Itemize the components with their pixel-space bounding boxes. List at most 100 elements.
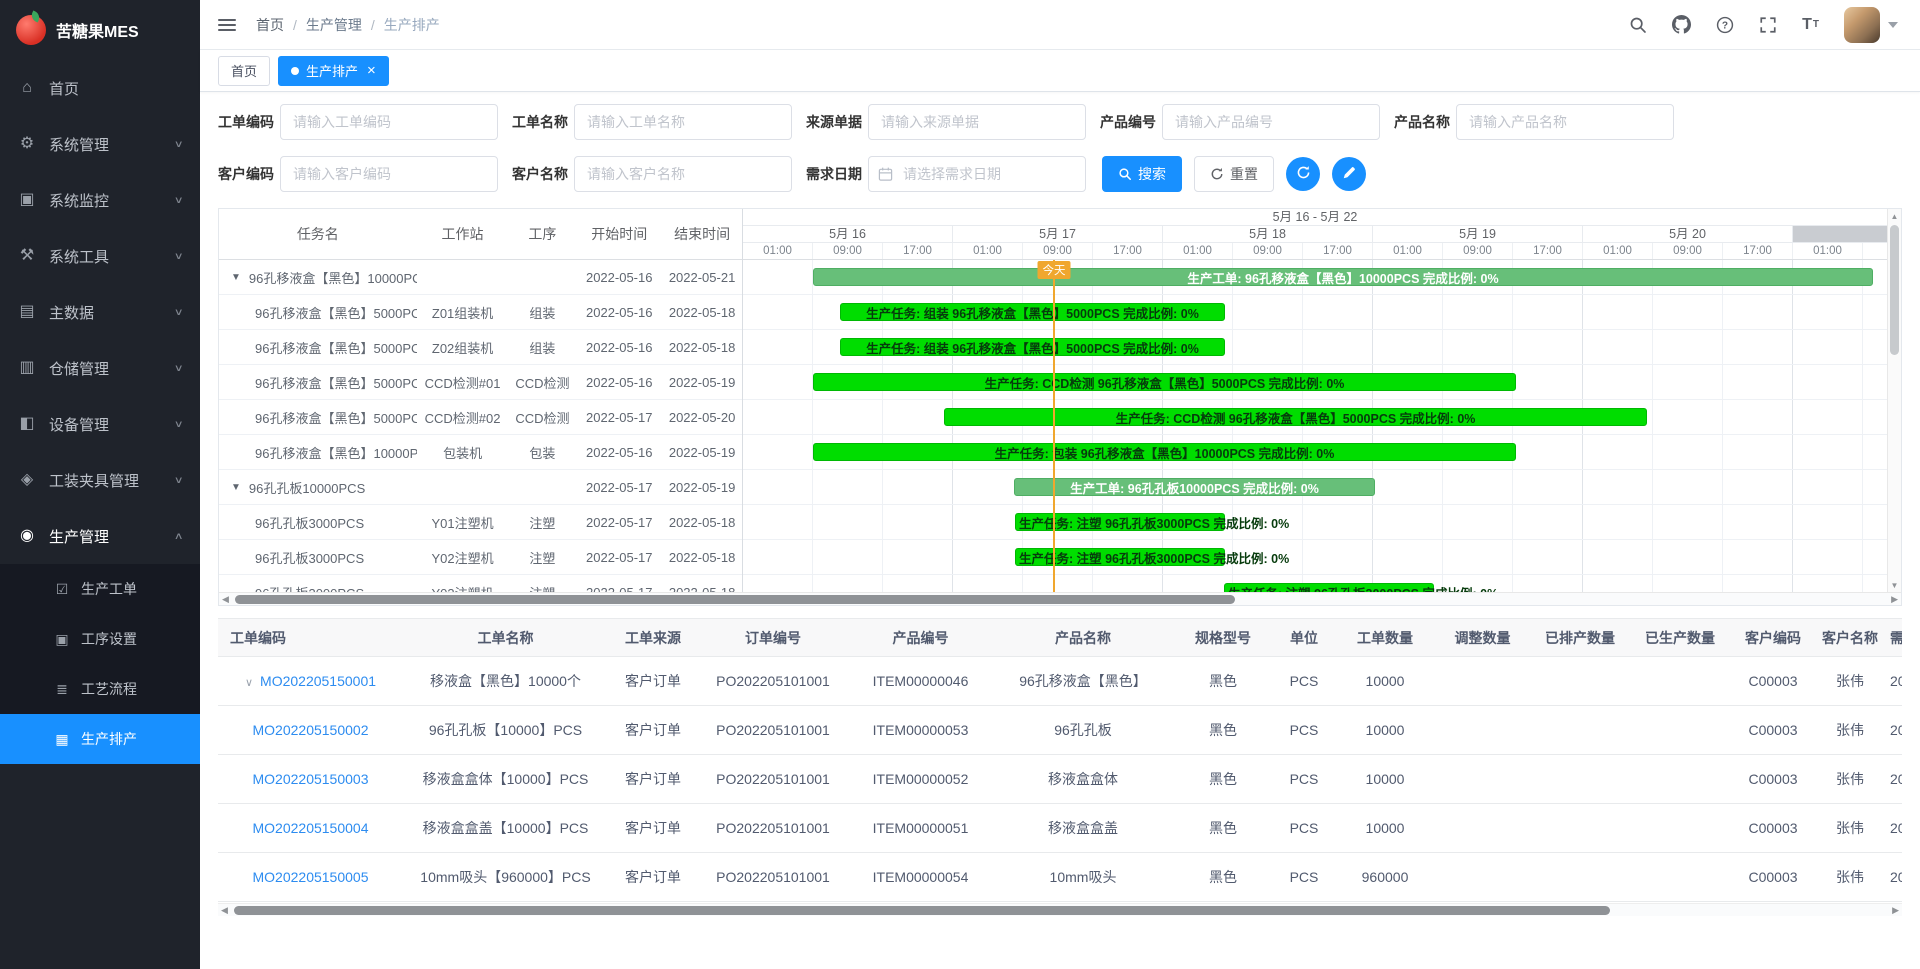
sidebar-item-home[interactable]: ⌂首页 xyxy=(0,60,200,116)
scrollbar-track[interactable] xyxy=(1888,223,1901,578)
gantt-bar[interactable]: 生产工单: 96孔移液盒【黑色】10000PCS 完成比例: 0% xyxy=(813,268,1873,286)
gantt-vertical-scrollbar[interactable]: ▲ ▼ xyxy=(1887,209,1901,592)
gantt-bar[interactable]: 生产任务: 注塑 96孔孔板3000PCS 完成比例: 0% xyxy=(1015,548,1225,566)
gantt-timeline-row: 生产工单: 96孔孔板10000PCS 完成比例: 0% xyxy=(743,470,1887,505)
scrollbar-thumb[interactable] xyxy=(1890,225,1899,355)
scrollbar-thumb[interactable] xyxy=(234,906,1610,915)
orders-col-header: 产品名称 xyxy=(993,619,1173,657)
sidebar-toggle-button[interactable] xyxy=(200,0,254,49)
gantt-task-start: 2022-05-16 xyxy=(576,445,662,460)
fullscreen-icon[interactable] xyxy=(1759,14,1777,36)
gantt-task-row[interactable]: 96孔移液盒【黑色】5000PCSCCD检测#01CCD检测2022-05-16… xyxy=(219,365,742,400)
sidebar-item-system-monitor[interactable]: ▣系统监控∨ xyxy=(0,172,200,228)
table-row[interactable]: MO202205150004移液盒盒盖【10000】PCS客户订单PO20220… xyxy=(218,804,1902,853)
scroll-left-icon[interactable]: ◀ xyxy=(222,594,229,605)
filter-input-order-name[interactable] xyxy=(574,104,792,140)
sidebar-item-equipment-mgmt[interactable]: ◧设备管理∨ xyxy=(0,396,200,452)
scroll-right-icon[interactable]: ▶ xyxy=(1891,594,1898,605)
filter-input-source-doc[interactable] xyxy=(868,104,1086,140)
help-icon[interactable]: ? xyxy=(1716,14,1734,36)
scroll-down-icon[interactable]: ▼ xyxy=(1888,578,1901,592)
scroll-up-icon[interactable]: ▲ xyxy=(1888,209,1901,223)
gantt-bar[interactable]: 生产任务: 组装 96孔移液盒【黑色】5000PCS 完成比例: 0% xyxy=(840,338,1225,356)
breadcrumb-item[interactable]: 生产管理 xyxy=(306,15,362,35)
reset-button[interactable]: 重置 xyxy=(1194,156,1274,192)
chevron-down-icon[interactable]: ∨ xyxy=(245,677,253,689)
order-cell xyxy=(1435,804,1530,853)
search-button[interactable]: 搜索 xyxy=(1102,156,1182,192)
order-cell: 10000 xyxy=(1335,657,1435,706)
gantt-task-row[interactable]: 96孔移液盒【黑色】5000PCSZ01组装机组装2022-05-162022-… xyxy=(219,295,742,330)
task-name-text: 96孔移液盒【黑色】5000PCS xyxy=(255,373,417,392)
gantt-task-row[interactable]: 96孔孔板3000PCSY02注塑机注塑2022-05-172022-05-18 xyxy=(219,540,742,575)
gantt-task-row[interactable]: 96孔移液盒【黑色】10000PCS包装机包装2022-05-162022-05… xyxy=(219,435,742,470)
font-size-icon[interactable]: TT xyxy=(1802,14,1819,36)
tab-production-scheduling[interactable]: 生产排产× xyxy=(278,56,389,86)
order-code-link[interactable]: MO202205150002 xyxy=(253,722,369,738)
filter-input-order-code[interactable] xyxy=(280,104,498,140)
user-menu[interactable] xyxy=(1844,7,1898,43)
gantt-bar[interactable]: 生产任务: 注塑 96孔孔板3000PCS 完成比例: 0% xyxy=(1224,583,1434,592)
order-code-link[interactable]: MO202205150005 xyxy=(253,869,369,885)
order-code-link[interactable]: MO202205150004 xyxy=(253,820,369,836)
sidebar-item-fixture-mgmt[interactable]: ◈工装夹具管理∨ xyxy=(0,452,200,508)
monitor-icon: ▣ xyxy=(18,192,36,208)
refresh-button[interactable] xyxy=(1286,157,1320,191)
app-logo[interactable]: 苦糖果MES xyxy=(0,0,200,60)
scrollbar-thumb[interactable] xyxy=(235,595,1235,604)
gantt-task-name: 96孔移液盒【黑色】10000PCS xyxy=(219,443,417,462)
filter-input-product-name[interactable] xyxy=(1456,104,1674,140)
orders-col-header: 产品编号 xyxy=(848,619,993,657)
orders-horizontal-scrollbar[interactable]: ◀ ▶ xyxy=(218,903,1902,916)
process-settings-icon: ▣ xyxy=(54,632,70,646)
sidebar-subitem-production-scheduling[interactable]: ▦生产排产 xyxy=(0,714,200,764)
orders-table-wrap: 工单编码工单名称工单来源订单编号产品编号产品名称规格型号单位工单数量调整数量已排… xyxy=(218,618,1902,902)
sidebar-item-warehouse-mgmt[interactable]: ▥仓储管理∨ xyxy=(0,340,200,396)
table-row[interactable]: ∨MO202205150001移液盒【黑色】10000个客户订单PO202205… xyxy=(218,657,1902,706)
sidebar-item-master-data[interactable]: ▤主数据∨ xyxy=(0,284,200,340)
chevron-down-icon[interactable]: ▼ xyxy=(231,482,241,493)
gantt-task-table: 任务名工作站工序开始时间结束时间 ▼96孔移液盒【黑色】10000PCS2022… xyxy=(219,209,743,592)
gantt-bar[interactable]: 生产任务: 组装 96孔移液盒【黑色】5000PCS 完成比例: 0% xyxy=(840,303,1225,321)
filter-input-product-code[interactable] xyxy=(1162,104,1380,140)
gantt-bar[interactable]: 生产任务: CCD检测 96孔移液盒【黑色】5000PCS 完成比例: 0% xyxy=(944,408,1647,426)
sidebar-subitem-production-order[interactable]: ☑生产工单 xyxy=(0,564,200,614)
scroll-left-icon[interactable]: ◀ xyxy=(221,905,228,916)
table-row[interactable]: MO20220515000296孔孔板【10000】PCS客户订单PO20220… xyxy=(218,706,1902,755)
order-code-link[interactable]: MO202205150003 xyxy=(253,771,369,787)
gantt-bar[interactable]: 生产任务: 包装 96孔移液盒【黑色】10000PCS 完成比例: 0% xyxy=(813,443,1516,461)
order-cell: 客户订单 xyxy=(608,706,698,755)
gantt-task-row[interactable]: 96孔孔板3000PCSY03注塑机注塑2022-05-172022-05-18 xyxy=(219,575,742,592)
gantt-bar[interactable]: 生产任务: CCD检测 96孔移液盒【黑色】5000PCS 完成比例: 0% xyxy=(813,373,1516,391)
sidebar-item-label: 工装夹具管理 xyxy=(49,470,139,491)
sidebar-item-production-mgmt[interactable]: ◉生产管理∧ xyxy=(0,508,200,564)
gantt-task-row[interactable]: 96孔移液盒【黑色】5000PCSCCD检测#02CCD检测2022-05-17… xyxy=(219,400,742,435)
gantt-bar[interactable]: 生产任务: 注塑 96孔孔板3000PCS 完成比例: 0% xyxy=(1015,513,1225,531)
filter-input-customer-code[interactable] xyxy=(280,156,498,192)
breadcrumb-item[interactable]: 首页 xyxy=(256,15,284,35)
sidebar-item-system-tools[interactable]: ⚒系统工具∨ xyxy=(0,228,200,284)
sidebar-subitem-process-settings[interactable]: ▣工序设置 xyxy=(0,614,200,664)
table-row[interactable]: MO20220515000510mm吸头【960000】PCS客户订单PO202… xyxy=(218,853,1902,902)
close-icon[interactable]: × xyxy=(367,63,376,78)
scroll-right-icon[interactable]: ▶ xyxy=(1892,905,1899,916)
gantt-task-row[interactable]: 96孔移液盒【黑色】5000PCSZ02组装机组装2022-05-162022-… xyxy=(219,330,742,365)
order-cell: C00003 xyxy=(1730,755,1816,804)
gantt-horizontal-scrollbar[interactable]: ◀ ▶ xyxy=(219,592,1901,605)
chevron-down-icon[interactable]: ▼ xyxy=(231,272,241,283)
order-code-link[interactable]: MO202205150001 xyxy=(260,673,376,689)
filter-input-demand-date[interactable] xyxy=(868,156,1086,192)
filter-input-customer-name[interactable] xyxy=(574,156,792,192)
tab-home[interactable]: 首页 xyxy=(218,56,270,86)
gantt-bar[interactable]: 生产工单: 96孔孔板10000PCS 完成比例: 0% xyxy=(1014,478,1375,496)
github-icon[interactable] xyxy=(1672,14,1691,36)
sidebar-subitem-process-flow[interactable]: ≣工艺流程 xyxy=(0,664,200,714)
search-icon[interactable] xyxy=(1629,14,1647,36)
order-cell: PO202205101001 xyxy=(698,804,848,853)
table-row[interactable]: MO202205150003移液盒盒体【10000】PCS客户订单PO20220… xyxy=(218,755,1902,804)
gantt-task-row[interactable]: 96孔孔板3000PCSY01注塑机注塑2022-05-172022-05-18 xyxy=(219,505,742,540)
edit-button[interactable] xyxy=(1332,157,1366,191)
sidebar-item-system-mgmt[interactable]: ⚙系统管理∨ xyxy=(0,116,200,172)
gantt-task-row[interactable]: ▼96孔移液盒【黑色】10000PCS2022-05-162022-05-21 xyxy=(219,260,742,295)
gantt-task-row[interactable]: ▼96孔孔板10000PCS2022-05-172022-05-19 xyxy=(219,470,742,505)
